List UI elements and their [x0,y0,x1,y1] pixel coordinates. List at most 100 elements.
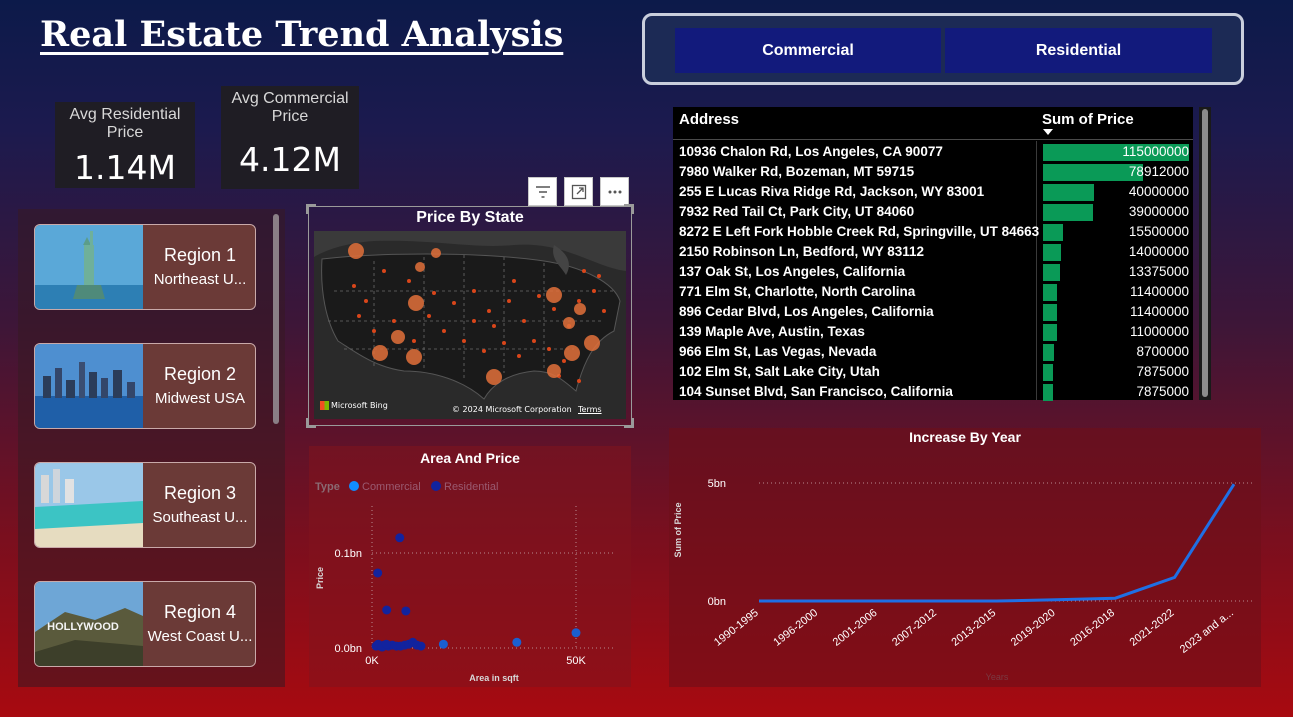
resize-handle[interactable] [624,204,634,214]
price-cell: 15500000 [1128,224,1189,239]
legend-commercial-label: Commercial [362,481,421,493]
resize-handle[interactable] [306,418,316,428]
address-cell: 102 Elm St, Salt Lake City, Utah [679,364,880,379]
x-axis-title: Area in sqft [469,673,519,683]
price-cell: 39000000 [1128,204,1189,219]
table-row[interactable]: 966 Elm St, Las Vegas, Nevada 8700000 [673,342,1193,362]
address-cell: 255 E Lucas Riva Ridge Rd, Jackson, WY 8… [679,184,985,199]
address-cell: 137 Oak St, Los Angeles, California [679,264,906,279]
address-cell: 139 Maple Ave, Austin, Texas [679,324,865,339]
price-cell: 7875000 [1136,364,1189,379]
price-cell: 13375000 [1128,264,1189,279]
table-row[interactable]: 896 Cedar Blvd, Los Angeles, California 1… [673,302,1193,322]
scatter-point-residential[interactable] [395,533,405,543]
scatter-points [371,533,581,652]
scatter-point-residential[interactable] [382,605,392,615]
scatter-point-commercial[interactable] [438,639,448,649]
address-cell: 10936 Chalon Rd, Los Angeles, CA 90077 [679,144,943,159]
x-tick-label: 2023 and a... [1178,607,1236,656]
address-cell: 2150 Robinson Ln, Bedford, WY 83112 [679,244,925,259]
y-tick-label: 0.0bn [334,643,362,655]
price-data-bar [1043,364,1053,381]
legend-residential-marker [431,481,441,491]
line-series [759,483,1236,603]
price-data-bar [1043,304,1057,321]
y-axis-title: Sum of Price [673,502,683,557]
scrollbar-thumb[interactable] [1202,109,1208,397]
region-card-3[interactable]: Region 3 Southeast U... [34,462,256,548]
scatter-point-residential[interactable] [416,641,426,651]
region-title: Region 2 [163,364,237,384]
increase-by-year-visual[interactable]: Increase By Year 5bn 0bn Sum of Price Ye… [669,428,1261,687]
region-card-1[interactable]: Region 1 Northeast U... [34,224,256,310]
x-axis-title: Years [986,672,1009,682]
line-title: Increase By Year [909,429,1021,445]
kpi-value: 1.14M [74,148,176,187]
table-row[interactable]: 137 Oak St, Los Angeles, California 13375… [673,262,1193,282]
x-tick-label: 1996-2000 [771,607,820,649]
table-row[interactable]: 8272 E Left Fork Hobble Creek Rd, Spring… [673,222,1193,242]
address-column-header[interactable]: Address [679,111,739,128]
x-tick-label: 1990-1995 [712,607,761,649]
scatter-point-commercial[interactable] [512,637,522,647]
kpi-value: 4.12M [239,140,341,179]
region-card-text: Region 2 Midwest USA [143,344,255,428]
table-row[interactable]: 104 Sunset Blvd, San Francisco, Californ… [673,382,1193,402]
y-tick-label: 5bn [708,478,726,490]
price-cell: 78912000 [1128,164,1189,179]
microsoft-logo-icon [320,401,329,410]
kpi-label: Avg Commercial Price [231,90,349,125]
x-tick-labels: 1990-1995 1996-2000 2001-2006 2007-2012 2013… [712,607,1236,656]
address-price-table: Address Sum of Price 10936 Chalon Rd, Lo… [673,107,1193,402]
region-panel-scrollbar[interactable] [273,214,279,424]
table-row[interactable]: 7980 Walker Rd, Bozeman, MT 59715 7891200… [673,162,1193,182]
commercial-button[interactable]: Commercial [675,28,941,73]
y-tick-label: 0.1bn [334,548,362,560]
table-row[interactable]: 10936 Chalon Rd, Los Angeles, CA 90077 11… [673,142,1193,162]
region-card-4[interactable]: HOLLYWOOD Region 4 West Coast U... [34,581,256,667]
table-row[interactable]: 2150 Robinson Ln, Bedford, WY 83112 14000… [673,242,1193,262]
area-and-price-visual[interactable]: Area And Price Type Commercial Residenti… [309,446,631,687]
price-data-bar [1043,224,1063,241]
bing-logo: Microsoft Bing [320,401,388,410]
table-row[interactable]: 7932 Red Tail Ct, Park City, UT 84060 390… [673,202,1193,222]
table-row[interactable]: 771 Elm St, Charlotte, North Carolina 114… [673,282,1193,302]
table-row[interactable]: 102 Elm St, Salt Lake City, Utah 7875000 [673,362,1193,382]
resize-handle[interactable] [624,418,634,428]
scatter-point-residential[interactable] [401,606,411,616]
region-card-2[interactable]: Region 2 Midwest USA [34,343,256,429]
residential-button[interactable]: Residential [945,28,1212,73]
legend-commercial-marker [349,481,359,491]
scatter-point-residential[interactable] [373,568,383,578]
price-cell: 11000000 [1129,324,1189,339]
price-cell: 7875000 [1136,384,1189,399]
table-row[interactable]: 139 Maple Ave, Austin, Texas 11000000 [673,322,1193,342]
price-cell: 14000000 [1128,244,1189,259]
price-column-header[interactable]: Sum of Price [1042,111,1134,128]
y-tick-label: 0bn [708,596,726,608]
price-data-bar [1043,184,1094,201]
table-scrollbar[interactable] [1199,107,1211,400]
x-tick-label: 2021-2022 [1128,607,1177,649]
scatter-point-commercial[interactable] [571,628,581,638]
kpi-label: Avg Residential Price [69,106,181,141]
price-cell: 11400000 [1129,304,1189,319]
resize-handle[interactable] [306,204,316,214]
table-row[interactable]: 255 E Lucas Riva Ridge Rd, Jackson, WY 8… [673,182,1193,202]
focus-mode-icon[interactable] [564,177,593,206]
region-card-text: Region 3 Southeast U... [143,463,255,547]
legend-title: Type [315,481,340,493]
address-cell: 7980 Walker Rd, Bozeman, MT 59715 [679,164,915,179]
filter-icon[interactable] [528,177,557,206]
map-terms-link[interactable]: Terms [578,405,602,414]
avg-commercial-price-card: Avg Commercial Price 4.12M [221,86,359,189]
region-title: Region 1 [163,245,237,265]
address-cell: 104 Sunset Blvd, San Francisco, Californ… [679,384,953,399]
price-data-bar [1043,204,1093,221]
more-options-icon[interactable] [600,177,629,206]
scatter-point-residential[interactable] [381,639,391,649]
region-title: Region 3 [163,483,237,503]
x-tick-label: 0K [365,655,379,667]
map-canvas[interactable]: Microsoft Bing © 2024 Microsoft Corporat… [314,231,626,419]
scatter-chart: Area And Price Type Commercial Residenti… [315,450,614,683]
